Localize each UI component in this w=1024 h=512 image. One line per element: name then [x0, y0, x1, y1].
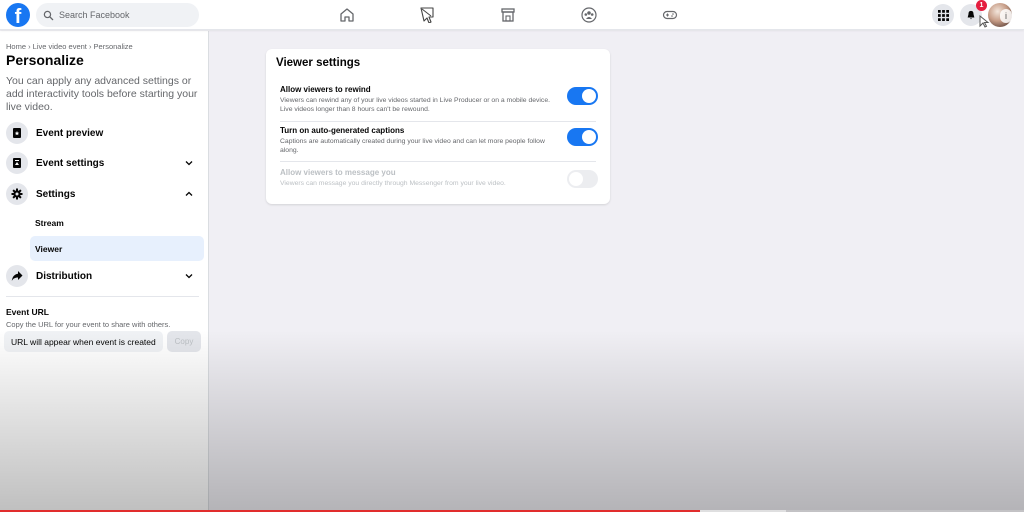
setting-description: Captions are automatically created durin… [280, 138, 545, 154]
rewind-toggle[interactable] [567, 87, 598, 105]
menu-button[interactable] [932, 4, 954, 26]
sidebar-item-label: Distribution [36, 270, 93, 282]
chevron-up-icon[interactable] [184, 189, 194, 199]
toggle-knob [582, 89, 596, 103]
chevron-down-icon[interactable] [184, 271, 194, 281]
sidebar-item-distribution[interactable]: Distribution [4, 263, 204, 289]
gear-icon [11, 188, 23, 200]
info-icon[interactable]: i [1000, 9, 1012, 23]
setting-title: Allow viewers to rewind [280, 85, 371, 94]
nav-groups[interactable] [579, 5, 599, 25]
nav-home[interactable] [337, 5, 357, 25]
setting-title: Turn on auto-generated captions [280, 126, 405, 135]
viewer-settings-card: Viewer settings Allow viewers to rewind … [266, 49, 610, 204]
event-preview-icon [13, 128, 21, 138]
facebook-logo[interactable]: f [6, 3, 30, 27]
sidebar-subitem-viewer[interactable]: Viewer [30, 236, 204, 261]
copy-button[interactable]: Copy [167, 331, 201, 352]
share-icon-wrap [6, 265, 28, 287]
event-settings-icon [13, 158, 21, 168]
divider [6, 296, 199, 297]
sidebar-item-label: Settings [36, 188, 76, 200]
search-icon [43, 10, 54, 20]
notification-badge: 1 [976, 0, 987, 11]
gaming-icon [662, 10, 678, 20]
watch-icon [420, 7, 434, 23]
nav-gaming[interactable] [660, 5, 680, 25]
event-url-title: Event URL [6, 307, 49, 317]
sidebar-item-event-preview[interactable]: Event preview [4, 120, 204, 146]
sidebar-item-settings[interactable]: Settings [4, 181, 204, 207]
event-preview-icon-wrap [6, 122, 28, 144]
nav-marketplace[interactable] [498, 5, 518, 25]
event-url-description: Copy the URL for your event to share wit… [6, 320, 171, 329]
logo-letter: f [14, 6, 22, 27]
card-title: Viewer settings [276, 57, 361, 69]
groups-icon [581, 7, 597, 23]
page-title: Personalize [6, 52, 84, 68]
sidebar-subitem-stream[interactable]: Stream [30, 210, 204, 235]
setting-title: Allow viewers to message you [280, 168, 396, 177]
divider [280, 121, 596, 122]
top-navigation-bar: f 1 i [0, 0, 1024, 30]
grid-menu-icon [937, 9, 949, 21]
search-input[interactable] [59, 10, 189, 20]
sidebar: Home › Live video event › Personalize Pe… [0, 31, 209, 512]
marketplace-icon [501, 8, 515, 22]
sidebar-item-event-settings[interactable]: Event settings [4, 150, 204, 176]
toggle-knob [582, 130, 596, 144]
cursor-icon [979, 14, 990, 28]
setting-message-you: Allow viewers to message you Viewers can… [280, 168, 598, 188]
setting-auto-captions: Turn on auto-generated captions Captions… [280, 126, 598, 155]
sidebar-item-label: Event settings [36, 157, 105, 169]
bell-icon [967, 10, 975, 20]
event-settings-icon-wrap [6, 152, 28, 174]
sidebar-item-label: Event preview [36, 127, 104, 139]
message-toggle[interactable] [567, 170, 598, 188]
page-description: You can apply any advanced settings or a… [6, 75, 198, 113]
setting-allow-rewind: Allow viewers to rewind Viewers can rewi… [280, 85, 598, 114]
event-url-field[interactable] [4, 331, 163, 352]
search-box[interactable] [36, 3, 199, 27]
home-icon [340, 8, 354, 22]
captions-toggle[interactable] [567, 128, 598, 146]
breadcrumb[interactable]: Home › Live video event › Personalize [6, 42, 133, 51]
gear-icon-wrap [6, 183, 28, 205]
nav-watch[interactable] [417, 5, 437, 25]
divider [280, 161, 596, 162]
toggle-knob [569, 172, 583, 186]
setting-description: Viewers can rewind any of your live vide… [280, 97, 551, 113]
setting-description: Viewers can message you directly through… [280, 180, 506, 187]
chevron-down-icon[interactable] [184, 158, 194, 168]
share-icon [11, 271, 23, 281]
